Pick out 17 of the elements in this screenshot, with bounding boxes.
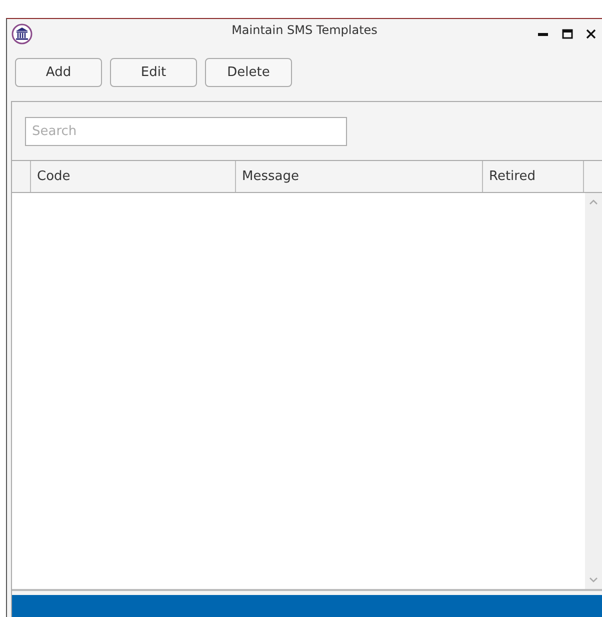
- column-header[interactable]: Code: [31, 161, 236, 192]
- scroll-up-icon: [589, 199, 598, 205]
- window-title: Maintain SMS Templates: [232, 23, 378, 37]
- close-icon: [586, 29, 596, 39]
- search-field[interactable]: Search: [25, 116, 347, 146]
- close-button[interactable]: [584, 27, 598, 41]
- toolbar-button[interactable]: Delete: [205, 58, 292, 87]
- toolbar-button[interactable]: Edit: [110, 58, 197, 87]
- column-header[interactable]: Message: [236, 161, 483, 192]
- maximize-button[interactable]: [560, 27, 574, 41]
- minimize-icon: [538, 32, 548, 36]
- column-header[interactable]: Retired: [483, 161, 584, 192]
- toolbar-button[interactable]: Add: [15, 58, 102, 87]
- scroll-down-icon: [589, 577, 598, 583]
- scrollbar[interactable]: [585, 193, 602, 589]
- maximize-icon: [562, 29, 572, 39]
- bank-building-icon: [11, 23, 33, 45]
